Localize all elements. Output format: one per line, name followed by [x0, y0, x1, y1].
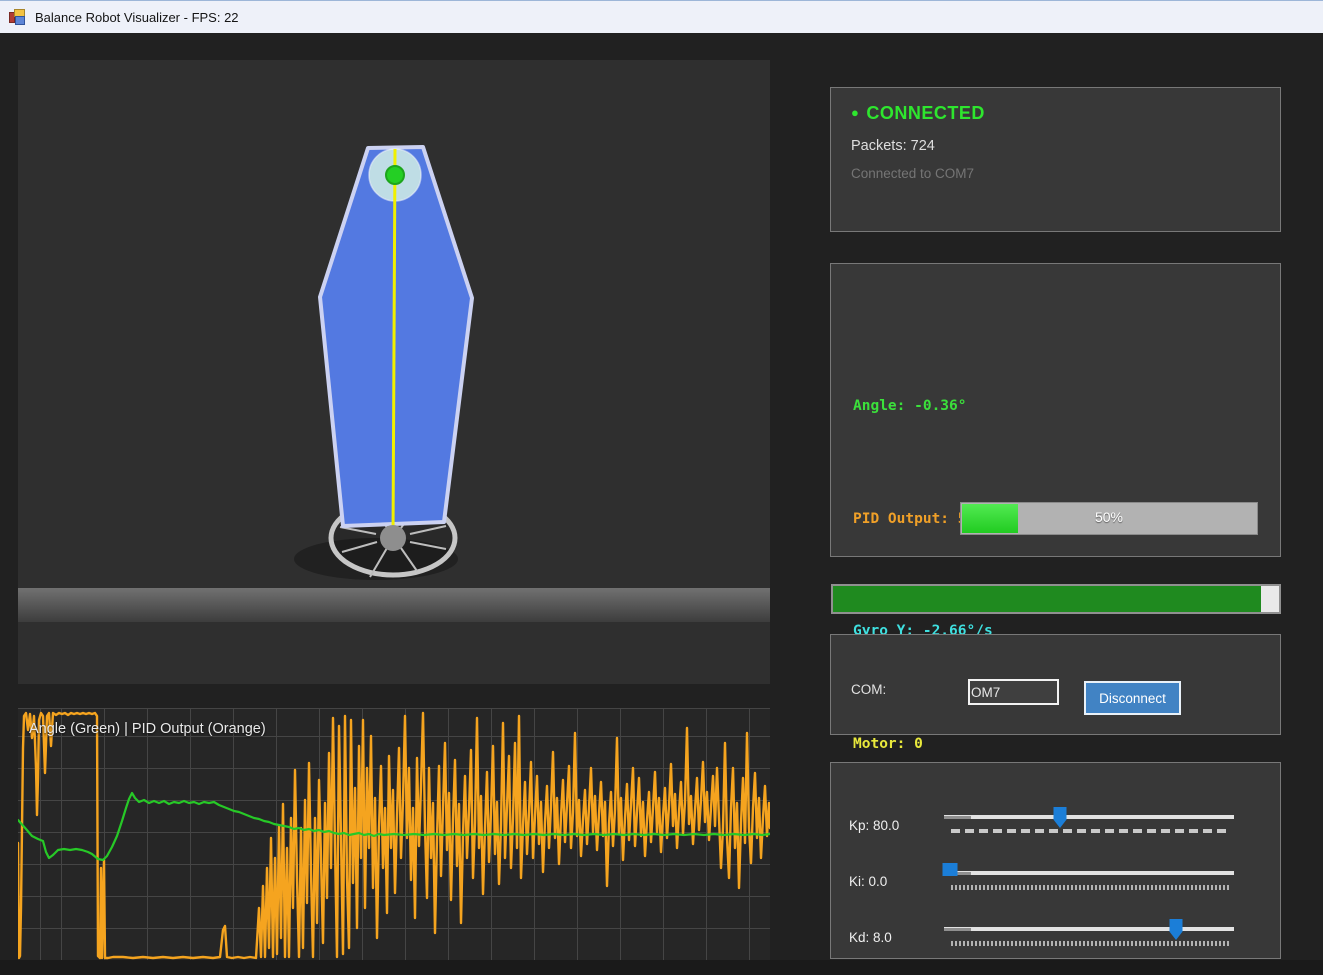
ki-label: Ki: 0.0 — [849, 874, 887, 889]
angle-value: Angle: -0.36° — [853, 388, 1280, 426]
com-port-box: COM: Disconnect — [830, 634, 1281, 735]
chart-plot — [18, 708, 770, 960]
connection-status-line: ● CONNECTED — [851, 103, 1260, 124]
kp-slider-ticks — [951, 829, 1229, 833]
ki-slider-ticks — [951, 885, 1229, 890]
com-port-input[interactable] — [968, 679, 1059, 705]
app-icon — [9, 9, 27, 25]
kd-label: Kd: 8.0 — [849, 930, 892, 945]
disconnect-button[interactable]: Disconnect — [1084, 681, 1181, 715]
telemetry-chart-panel: Angle (Green) | PID Output (Orange) — [18, 708, 770, 960]
connection-status-box: ● CONNECTED Packets: 724 Connected to COM… — [830, 87, 1281, 232]
chart-legend-label: Angle (Green) | PID Output (Orange) — [29, 721, 266, 737]
balance-progress-label: 50% — [961, 509, 1257, 525]
robot-head-dot — [386, 166, 404, 184]
signal-progress-bar — [831, 584, 1281, 614]
balance-axis-line — [393, 149, 395, 538]
com-port-label: COM: — [851, 682, 886, 697]
connection-status-text: CONNECTED — [866, 103, 985, 123]
kp-slider-row: Kp: 80.0 — [831, 807, 1280, 863]
telemetry-box: Angle: -0.36° PID Output: 50.32 Gyro Y: … — [830, 263, 1281, 557]
robot-visualization-panel — [18, 60, 770, 684]
kd-slider-track[interactable] — [944, 927, 1234, 931]
ki-slider-thumb[interactable] — [943, 863, 958, 876]
wheel-hub — [380, 525, 406, 551]
kp-slider-track[interactable] — [944, 815, 1234, 819]
signal-progress-fill — [833, 586, 1261, 612]
packets-count: Packets: 724 — [851, 138, 1260, 154]
kp-label: Kp: 80.0 — [849, 818, 899, 833]
robot-graphic — [18, 60, 770, 684]
kd-slider-ticks — [951, 941, 1229, 946]
kp-slider-thumb[interactable] — [1054, 807, 1067, 828]
kd-slider-thumb[interactable] — [1170, 919, 1183, 940]
connection-detail: Connected to COM7 — [851, 166, 1260, 181]
ki-slider-track[interactable] — [944, 871, 1234, 875]
ki-slider[interactable] — [944, 863, 1234, 919]
app-window: Balance Robot Visualizer - FPS: 22 — [0, 0, 1323, 975]
app-icon-blue-tile — [15, 16, 25, 25]
ground-band — [18, 588, 770, 622]
window-bottom-edge — [0, 960, 1323, 975]
kd-slider-track-start — [944, 928, 971, 931]
window-title: Balance Robot Visualizer - FPS: 22 — [35, 10, 239, 25]
ki-slider-row: Ki: 0.0 — [831, 863, 1280, 919]
balance-progress-bar: 50% — [960, 502, 1258, 535]
title-bar: Balance Robot Visualizer - FPS: 22 — [0, 0, 1323, 33]
kp-slider[interactable] — [944, 807, 1234, 863]
pid-output-series-line — [18, 713, 770, 958]
status-dot-icon: ● — [851, 105, 859, 120]
kp-slider-track-start — [944, 816, 971, 819]
pid-tuning-box: Kp: 80.0 Ki: 0.0 Kd: 8.0 — [830, 762, 1281, 959]
